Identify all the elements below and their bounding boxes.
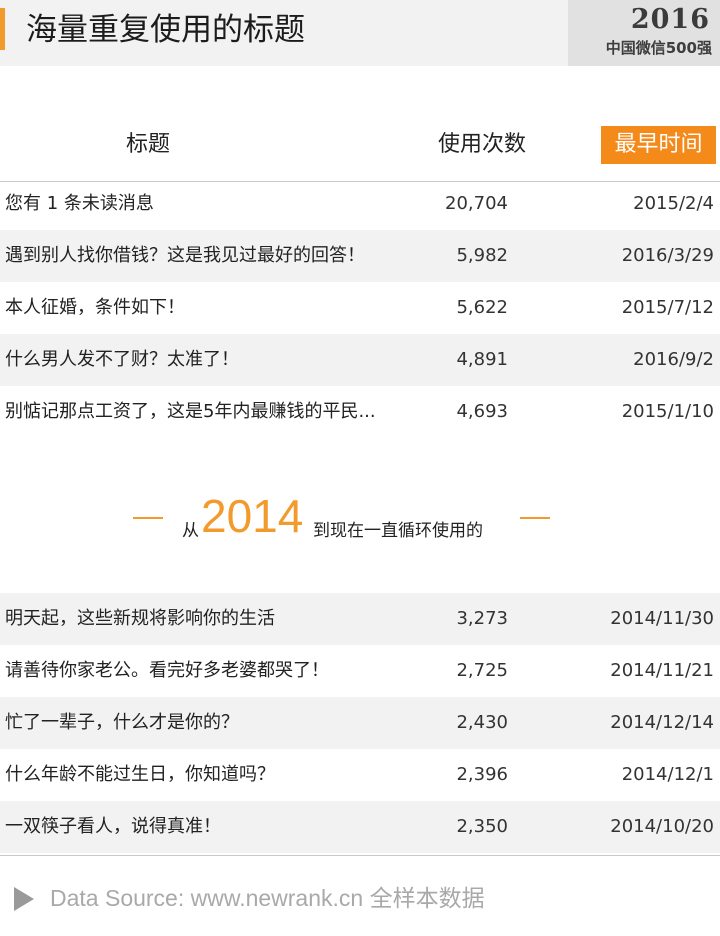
table-row: 明天起，这些新规将影响你的生活 3,273 2014/11/30: [0, 593, 720, 645]
row-date: 2014/12/14: [610, 712, 714, 733]
page-header: 海量重复使用的标题 2016 中国微信500强: [0, 0, 720, 66]
table-row: 遇到别人找你借钱？这是我见过最好的回答！ 5,982 2016/3/29: [0, 230, 720, 282]
heading-prefix: 从: [182, 521, 199, 541]
row-count: 2,350: [456, 816, 508, 837]
row-date: 2014/10/20: [610, 816, 714, 837]
heading-suffix: 到现在一直循环使用的: [313, 521, 483, 541]
header-accent-bar: [0, 8, 5, 50]
footer-divider: [0, 855, 720, 856]
brand-badge: 2016 中国微信500强: [568, 0, 720, 66]
row-title: 本人征婚，条件如下！: [5, 297, 185, 318]
row-count: 2,396: [456, 764, 508, 785]
row-count: 3,273: [456, 608, 508, 629]
brand-text: 中国微信500强: [605, 39, 712, 57]
row-date: 2016/9/2: [633, 349, 714, 370]
table-bottom: 明天起，这些新规将影响你的生活 3,273 2014/11/30 请善待你家老公…: [0, 593, 720, 853]
row-title: 您有 1 条未读消息: [5, 193, 154, 214]
row-count: 4,693: [456, 401, 508, 422]
row-date: 2016/3/29: [621, 245, 714, 266]
row-count: 4,891: [456, 349, 508, 370]
table-row: 什么年龄不能过生日，你知道吗？ 2,396 2014/12/1: [0, 749, 720, 801]
page-title: 海量重复使用的标题: [26, 12, 305, 48]
brand-year: 2016: [630, 4, 710, 35]
column-header-count: 使用次数: [438, 132, 527, 157]
table-row: 忙了一辈子，什么才是你的？ 2,430 2014/12/14: [0, 697, 720, 749]
table-row: 别惦记那点工资了，这是5年内最赚钱的平民... 4,693 2015/1/10: [0, 386, 720, 438]
section-heading: 从 2014 到现在一直循环使用的: [0, 484, 720, 552]
row-date: 2014/11/21: [610, 660, 714, 681]
row-date: 2015/1/10: [621, 401, 714, 422]
table-row: 本人征婚，条件如下！ 5,622 2015/7/12: [0, 282, 720, 334]
table-row: 一双筷子看人，说得真准！ 2,350 2014/10/20: [0, 801, 720, 853]
row-count: 2,725: [456, 660, 508, 681]
footer: Data Source: www.newrank.cn 全样本数据: [0, 878, 720, 918]
row-count: 5,622: [456, 297, 508, 318]
row-title: 忙了一辈子，什么才是你的？: [5, 712, 239, 733]
heading-dash-right: [520, 517, 550, 519]
row-title: 什么年龄不能过生日，你知道吗？: [5, 764, 275, 785]
table-top: 您有 1 条未读消息 20,704 2015/2/4 遇到别人找你借钱？这是我见…: [0, 178, 720, 438]
table-row: 您有 1 条未读消息 20,704 2015/2/4: [0, 178, 720, 230]
play-icon: [14, 887, 34, 911]
row-title: 请善待你家老公。看完好多老婆都哭了！: [5, 660, 329, 681]
row-count: 20,704: [445, 193, 508, 214]
column-header-earliest: 最早时间: [601, 126, 716, 164]
row-title: 明天起，这些新规将影响你的生活: [5, 608, 275, 629]
heading-year: 2014: [201, 490, 304, 542]
row-count: 2,430: [456, 712, 508, 733]
row-title: 什么男人发不了财？太准了！: [5, 349, 239, 370]
table-row: 什么男人发不了财？太准了！ 4,891 2016/9/2: [0, 334, 720, 386]
row-date: 2015/2/4: [633, 193, 714, 214]
data-source-text: Data Source: www.newrank.cn 全样本数据: [50, 885, 485, 911]
row-count: 5,982: [456, 245, 508, 266]
column-header-title: 标题: [126, 132, 171, 157]
row-date: 2014/11/30: [610, 608, 714, 629]
row-date: 2015/7/12: [621, 297, 714, 318]
table-column-headers: 标题 使用次数 最早时间: [0, 124, 720, 168]
row-date: 2014/12/1: [621, 764, 714, 785]
heading-dash-left: [133, 517, 163, 519]
row-title: 一双筷子看人，说得真准！: [5, 816, 221, 837]
row-title: 别惦记那点工资了，这是5年内最赚钱的平民...: [5, 401, 376, 422]
table-row: 请善待你家老公。看完好多老婆都哭了！ 2,725 2014/11/21: [0, 645, 720, 697]
row-title: 遇到别人找你借钱？这是我见过最好的回答！: [5, 245, 365, 266]
